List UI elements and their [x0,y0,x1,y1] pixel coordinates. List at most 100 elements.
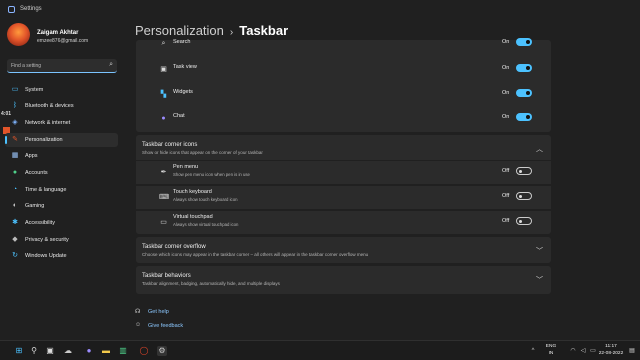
sidebar-item-network[interactable]: ◈ Network & internet [5,116,118,130]
setting-label: Pen menu [173,164,199,170]
sidebar-item-bluetooth[interactable]: ᛒ Bluetooth & devices [5,99,118,113]
search-icon[interactable]: ⌕ [109,61,113,69]
start-icon[interactable]: ⊞ [14,346,24,356]
setting-row-pen-menu: ✒ Pen menu Show pen menu icon when pen i… [136,161,551,184]
chevron-up-icon[interactable]: ^ [528,346,538,356]
settings-app-icon [8,6,15,13]
setting-label: Virtual touchpad [173,214,213,220]
pen-icon: ✒ [160,169,167,176]
sidebar-item-label: Accessibility [25,220,55,226]
give-feedback-link[interactable]: Give feedback [148,323,183,329]
corner-icons-header[interactable]: Taskbar corner icons Show or hide icons … [136,135,551,160]
search-icon[interactable]: ⚲ [29,346,39,356]
accessibility-icon: ✱ [12,219,18,226]
monitor-icon: ▭ [11,86,19,93]
toggle-state: Off [502,168,510,174]
sidebar-item-privacy[interactable]: ◆ Privacy & security [5,233,118,247]
chevron-down-icon[interactable]: ﹀ [536,275,543,285]
touchpad-icon: ▭ [160,219,167,226]
sidebar-item-personalization[interactable]: ✎ Personalization [5,133,118,147]
sidebar-item-accounts[interactable]: ● Accounts [5,166,118,180]
sidebar-item-apps[interactable]: ▦ Apps [5,149,118,163]
sidebar-item-label: Privacy & security [25,237,69,243]
setting-row-virtual-touchpad: ▭ Virtual touchpad Always show virtual t… [136,211,551,234]
chevron-up-icon[interactable]: ︿ [536,144,543,154]
toggle-state: On [502,65,510,71]
setting-label: Chat [173,113,185,119]
window-title: Settings [20,6,42,12]
chat-icon: ● [161,115,166,122]
toggle-state: On [502,114,510,120]
update-icon: ↻ [12,252,18,259]
chat-icon[interactable]: ● [84,346,94,356]
toggle-state: On [502,90,510,96]
language-code[interactable]: ENG [544,344,558,349]
setting-row-chat: ● Chat On [136,107,551,130]
globe-clock-icon: ◔ [12,186,18,193]
avatar[interactable] [7,23,30,46]
clock-date[interactable]: 22-08-2022 [594,351,628,356]
section-description: Show or hide icons that appear on the co… [142,150,263,155]
store-icon[interactable]: ▥ [118,346,128,356]
feedback-icon: ☺ [135,322,142,328]
toggle-state: Off [502,218,510,224]
user-email: emzee876@gmail.com [37,38,89,44]
file-explorer-icon[interactable]: ▬ [101,346,111,356]
setting-row-search: ⌕ Search On [136,34,551,54]
notification-icon[interactable]: ▤ [628,346,636,356]
sidebar-item-label: Accounts [25,170,48,176]
section-title: Taskbar behaviors [142,273,191,279]
sidebar-item-system[interactable]: ▭ System [5,83,118,97]
setting-label: Task view [173,64,197,70]
sidebar-item-accessibility[interactable]: ✱ Accessibility [5,216,118,230]
setting-label: Search [173,39,191,45]
corner-overflow-section[interactable]: Taskbar corner overflow Choose which ico… [136,237,551,263]
bluetooth-icon: ᛒ [12,102,18,109]
task-view-toggle[interactable] [516,64,532,72]
sidebar-item-time-language[interactable]: ◔ Time & language [5,183,118,197]
search-box[interactable]: ⌕ [7,59,117,73]
setting-row-task-view: ▣ Task view On [136,58,551,81]
search-toggle[interactable] [516,38,532,46]
behaviors-section[interactable]: Taskbar behaviors Taskbar alignment, bad… [136,266,551,294]
chat-toggle[interactable] [516,113,532,121]
region-code[interactable]: IN [544,351,558,356]
gamepad-icon: ◐ [12,202,18,209]
sidebar-item-gaming[interactable]: ◐ Gaming [5,199,118,213]
selection-indicator [5,136,7,144]
search-input[interactable] [11,61,101,70]
sidebar-item-windows-update[interactable]: ↻ Windows Update [5,249,118,263]
sidebar-item-label: Windows Update [25,253,67,259]
wifi-icon[interactable]: ◠ [568,346,578,356]
toggle-state: Off [502,193,510,199]
get-help-link[interactable]: Get help [148,309,169,315]
apps-icon: ▦ [11,152,19,159]
settings-gear-icon[interactable]: ⚙ [157,346,167,356]
chevron-down-icon[interactable]: ﹀ [536,246,543,256]
setting-label: Touch keyboard [173,189,212,195]
sidebar-item-label: Bluetooth & devices [25,103,74,109]
virtual-touchpad-toggle[interactable] [516,217,532,225]
user-name: Zaigam Akhtar [37,30,79,36]
section-description: Choose which icons may appear in the tas… [142,252,369,257]
toggle-state: On [502,39,510,45]
clock-time[interactable]: 11:17 [594,344,628,349]
section-description: Taskbar alignment, badging, automaticall… [142,281,280,286]
setting-row-widgets: ▚ Widgets On [136,83,551,106]
search-icon: ⌕ [161,40,166,47]
widgets-toggle[interactable] [516,89,532,97]
volume-icon[interactable]: ◁ [578,346,588,356]
keyboard-icon: ⌨ [159,194,170,201]
opera-icon[interactable]: ◯ [139,346,149,356]
widgets-icon[interactable]: ☁ [63,346,73,356]
help-icon: ☊ [135,309,141,315]
setting-description: Show pen menu icon when pen is in use [173,172,250,177]
widgets-icon: ▚ [160,91,167,98]
brush-icon: ✎ [12,136,18,143]
pen-menu-toggle[interactable] [516,167,532,175]
setting-description: Always show virtual touchpad icon [173,222,239,227]
shield-icon: ◆ [12,236,18,243]
title-bar: Settings [0,0,640,20]
task-view-icon[interactable]: ▣ [45,346,55,356]
touch-keyboard-toggle[interactable] [516,192,532,200]
